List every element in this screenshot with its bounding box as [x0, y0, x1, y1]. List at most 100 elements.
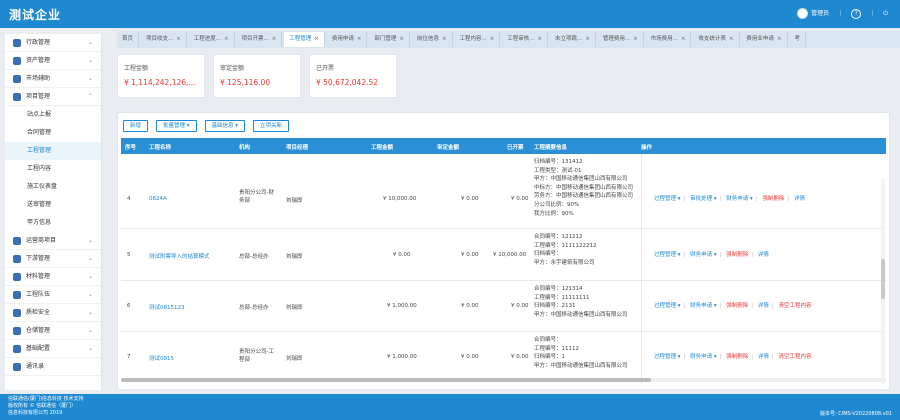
finance-request-dropdown[interactable]: 财务申请 ▾ — [690, 252, 717, 258]
sidebar-subitem[interactable]: 站点上报 — [5, 106, 101, 124]
logout-icon[interactable]: ⏻ — [883, 10, 888, 18]
force-delete-link[interactable]: 强制删除 — [762, 196, 784, 202]
detail-link[interactable]: 详情 — [794, 196, 805, 202]
project-name-link[interactable]: 测试0815123 — [149, 303, 185, 311]
close-icon[interactable]: × — [633, 36, 638, 42]
chevron-down-icon: ⌄ — [87, 309, 93, 316]
chevron-down-icon: ⌄ — [87, 237, 93, 244]
close-icon[interactable]: × — [777, 36, 782, 42]
sidebar-item-admin[interactable]: 行政管理 ⌄ — [5, 34, 101, 52]
tab[interactable]: 考 — [789, 32, 806, 47]
tab[interactable]: 费用申请 × — [327, 32, 368, 47]
vertical-scrollbar[interactable] — [881, 179, 885, 384]
tab[interactable]: 项目收支... × — [141, 32, 187, 47]
close-icon[interactable]: × — [314, 36, 319, 42]
project-name-link[interactable]: 测试0815 — [149, 354, 174, 362]
sidebar-subitem[interactable]: 合同管理 — [5, 124, 101, 142]
approval-dropdown[interactable]: 审批处理 ▾ — [690, 196, 717, 202]
tab-active[interactable]: 工程管理 × — [284, 32, 325, 47]
sidebar-item-downstream[interactable]: 下游管理 ⌄ — [5, 250, 101, 268]
finance-request-dropdown[interactable]: 财务申请 ▾ — [690, 303, 717, 309]
sidebar-item-storage[interactable]: 仓储管理 ⌄ — [5, 322, 101, 340]
chevron-down-icon: ⌄ — [87, 75, 93, 82]
finance-request-dropdown[interactable]: 财务申请 ▾ — [690, 354, 717, 360]
sidebar-item-label: 仓储管理 — [26, 327, 51, 334]
row-info: 合同编号： 工程编号：11112 归档编号：1 甲方：中国移动通信集团山西有限公司 — [534, 337, 628, 369]
tab[interactable]: 市场费用... × — [646, 32, 692, 47]
tab[interactable]: 工程内容... × — [454, 32, 501, 47]
sidebar-item-config[interactable]: 基础配置 ⌄ — [5, 340, 101, 358]
finance-request-dropdown[interactable]: 财务申请 ▾ — [726, 196, 753, 202]
detail-link[interactable]: 详情 — [758, 354, 769, 360]
close-icon[interactable]: × — [681, 36, 686, 42]
tab[interactable]: 费用业申请 × — [741, 32, 788, 47]
tab[interactable]: 部门管理 × — [369, 32, 410, 47]
detail-link[interactable]: 详情 — [758, 303, 769, 309]
batch-manage-dropdown[interactable]: 批量管理 ▾ — [156, 120, 197, 132]
row-pm: 刘瑞即 — [286, 305, 303, 311]
add-button[interactable]: 新增 — [123, 120, 149, 132]
close-icon[interactable]: × — [176, 36, 181, 42]
row-invoiced: ¥ 0.00 — [511, 354, 529, 360]
close-icon[interactable]: × — [272, 36, 277, 42]
sidebar-item-market[interactable]: 市场辅助 ⌄ — [5, 70, 101, 88]
close-icon[interactable]: × — [729, 36, 734, 42]
user-menu[interactable]: 管理员 — [797, 8, 829, 19]
row-amount: ¥ 1,000.00 — [387, 354, 417, 360]
close-icon[interactable]: × — [357, 36, 362, 42]
force-delete-link[interactable]: 强制删除 — [726, 303, 748, 309]
detail-link[interactable]: 详情 — [758, 252, 769, 258]
close-icon[interactable]: × — [585, 36, 590, 42]
row-pm: 刘瑞即 — [286, 356, 303, 362]
force-delete-link[interactable]: 强制删除 — [726, 354, 748, 360]
close-icon[interactable]: × — [399, 36, 404, 42]
row-approved: ¥ 0.00 — [461, 354, 479, 360]
sidebar-item-label: 质检安全 — [26, 309, 51, 316]
scroll-thumb[interactable] — [881, 259, 885, 299]
sidebar-item-safety[interactable]: 质检安全 ⌄ — [5, 304, 101, 322]
tab[interactable]: 工程进度... × — [189, 32, 235, 47]
clear-content-link[interactable]: 清空工程内容 — [779, 303, 812, 309]
row-org: 贵阳分公司-财务部 — [239, 190, 274, 204]
sidebar-subitem[interactable]: 工程内容 — [5, 160, 101, 178]
force-delete-link[interactable]: 强制删除 — [726, 252, 748, 258]
tab[interactable]: 岗位信息 × — [412, 32, 453, 47]
card-value: ¥ 50,672,042.52 — [316, 78, 379, 87]
tab[interactable]: 项目开票... × — [237, 32, 283, 47]
close-icon[interactable]: × — [442, 36, 447, 42]
project-name-link[interactable]: 测试附票导入的结算模式 — [149, 252, 210, 260]
sidebar-item-operator[interactable]: 运营商项目 ⌄ — [5, 232, 101, 250]
sidebar-item-team[interactable]: 工程队伍 ⌄ — [5, 286, 101, 304]
sidebar-subitem[interactable]: 施工仪表盘 — [5, 178, 101, 196]
process-manage-dropdown[interactable]: 过程管理 ▾ — [654, 252, 681, 258]
sidebar-subitem[interactable]: 送审管理 — [5, 196, 101, 214]
project-table: 序号 工程名称 机构 项目经理 工程金额 审定金额 已开票 工程摘要信息 操作 … — [121, 138, 886, 384]
clear-content-link[interactable]: 清空工程内容 — [779, 354, 812, 360]
process-manage-dropdown[interactable]: 过程管理 ▾ — [654, 196, 681, 202]
project-name-link[interactable]: 0824A — [149, 196, 167, 202]
horizontal-scrollbar[interactable] — [121, 378, 886, 382]
tab[interactable]: 管理费用... × — [598, 32, 644, 47]
sidebar-item-asset[interactable]: 资产管理 ⌄ — [5, 52, 101, 70]
base-info-dropdown[interactable]: 基础信息 ▾ — [204, 120, 246, 132]
tab[interactable]: 收支统计表 × — [693, 32, 740, 47]
tab[interactable]: 工程审核... × — [502, 32, 549, 47]
close-icon[interactable]: × — [224, 36, 229, 42]
sidebar-item-material[interactable]: 材料管理 ⌄ — [5, 268, 101, 286]
scroll-thumb[interactable] — [121, 378, 651, 382]
tab[interactable]: 未立项跳... × — [550, 32, 596, 47]
sidebar-subitem[interactable]: 甲方信息 — [5, 214, 101, 232]
sidebar-subitem-active[interactable]: 工程管理 — [5, 142, 101, 160]
project-close-button[interactable]: 立项关新 — [253, 120, 290, 132]
sidebar-item-project[interactable]: 项目管理 ⌃ — [5, 88, 101, 106]
close-icon[interactable]: × — [538, 36, 543, 42]
storage-icon — [13, 326, 21, 335]
process-manage-dropdown[interactable]: 过程管理 ▾ — [654, 354, 681, 360]
sidebar-item-contacts[interactable]: 通讯录 — [5, 358, 101, 376]
help-icon[interactable]: ? — [851, 8, 862, 19]
invoiced-card: 已开票 ¥ 50,672,042.52 — [309, 54, 397, 98]
contacts-icon — [13, 362, 21, 371]
tab-home[interactable]: 首页 — [117, 32, 140, 47]
close-icon[interactable]: × — [490, 36, 495, 42]
process-manage-dropdown[interactable]: 过程管理 ▾ — [654, 303, 681, 309]
